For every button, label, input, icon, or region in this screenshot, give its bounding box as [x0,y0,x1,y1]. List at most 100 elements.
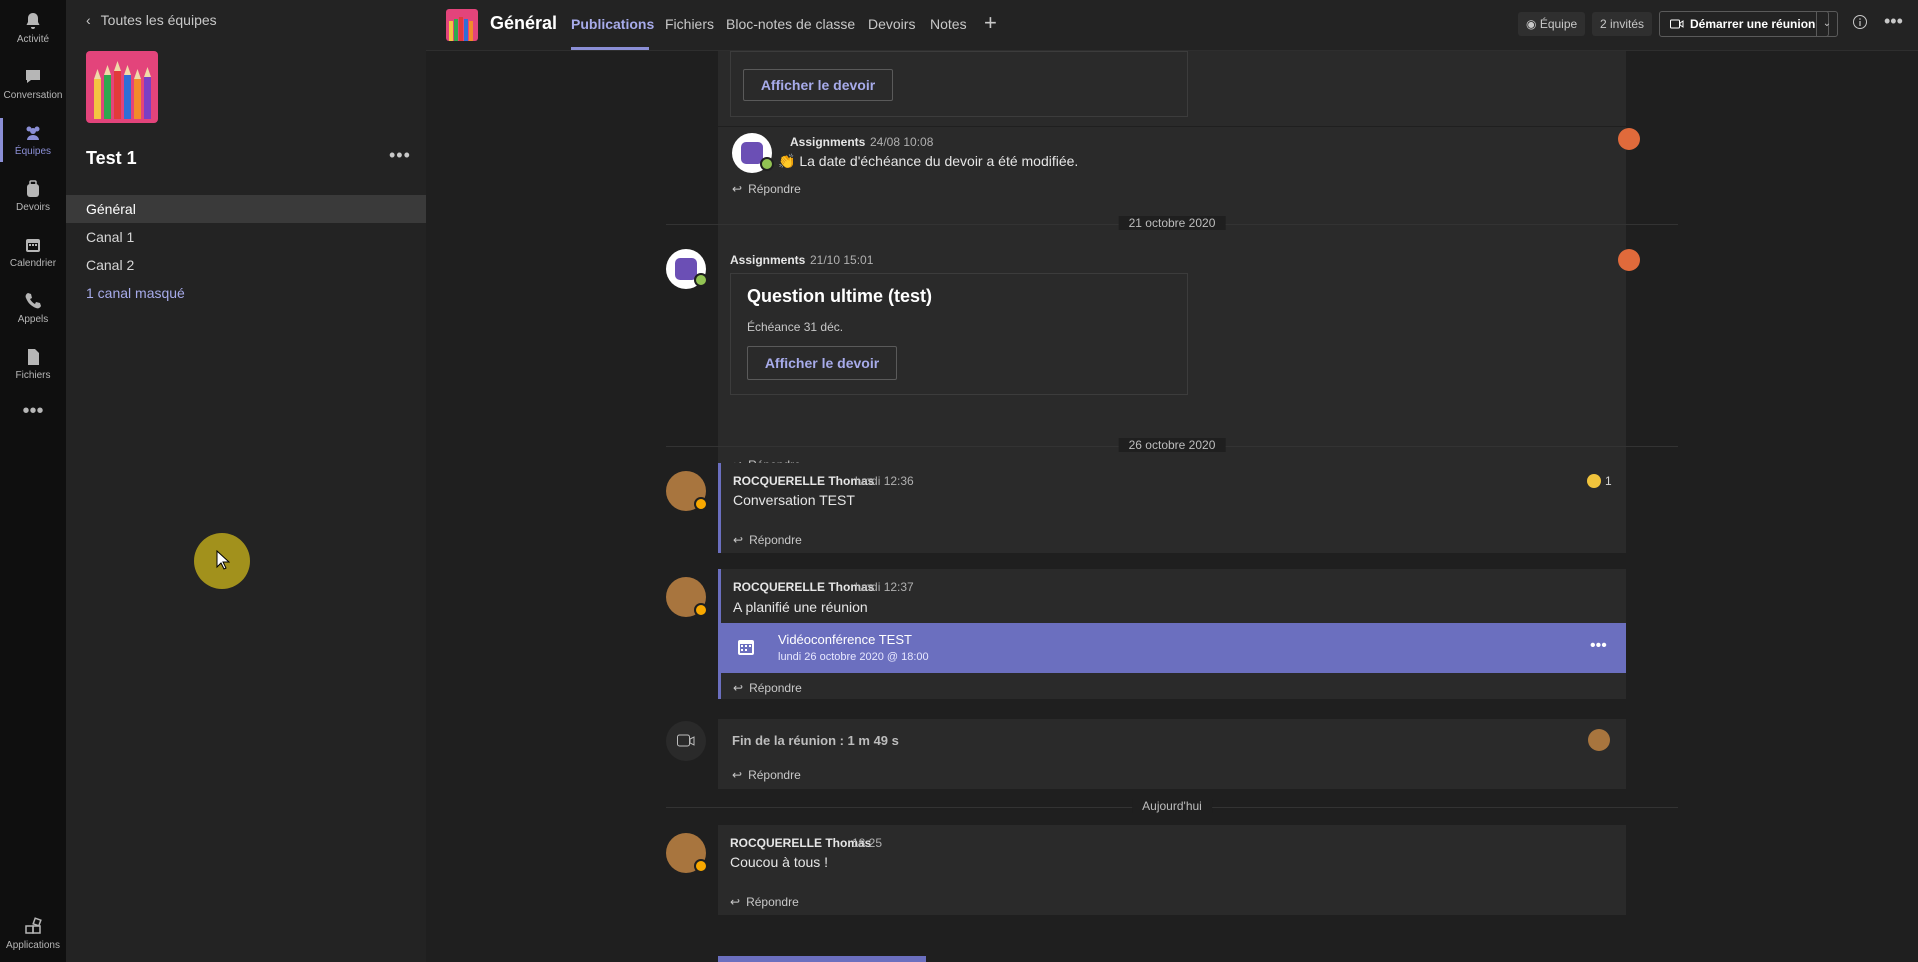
presence-available-icon [694,273,708,287]
rail-activity[interactable]: Activité [0,0,66,56]
channel-general[interactable]: Général [66,195,426,223]
reply-arrow-icon: ↩ [730,895,741,909]
chevron-left-icon: ‹ [86,12,91,28]
presence-available-icon [760,157,774,171]
tab-devoirs[interactable]: Devoirs [868,16,915,32]
rail-more-icon[interactable]: ••• [0,400,66,430]
team-alert-icon[interactable] [1618,128,1640,150]
post-message: Coucou à tous ! [730,854,829,870]
channel-canal-1[interactable]: Canal 1 [66,223,426,251]
post-card: Afficher le devoir [718,51,1626,126]
phone-icon [25,293,41,309]
post-message: Conversation TEST [733,492,855,508]
assignment-card: Question ultime (test) Échéance 31 déc. … [730,273,1188,395]
post-card: Assignments 24/08 10:08 👏 La date d'éché… [718,127,1626,253]
meeting-more-icon[interactable]: ••• [1590,637,1607,655]
post-message: 👏 La date d'échéance du devoir a été mod… [778,153,1079,169]
laughing-emoji-icon [1587,474,1601,488]
eye-icon: ◉ [1526,17,1540,31]
post-card: ROCQUERELLE Thomas 18:25 Coucou à tous !… [718,825,1626,915]
post-author[interactable]: ROCQUERELLE Thomas [733,580,874,594]
post-time: 18:25 [852,836,883,850]
file-icon [28,349,39,365]
assignment-title: Question ultime (test) [747,286,933,306]
calendar-icon [26,239,40,252]
pencils-icon [94,61,151,119]
reply-link[interactable]: ↩Répondre [732,182,801,196]
clapping-emoji: 👏 [778,153,796,169]
participant-avatar[interactable] [1588,729,1610,751]
reply-link[interactable]: ↩Répondre [733,681,802,695]
date-divider-label: 21 octobre 2020 [1118,216,1226,230]
active-tab-indicator [571,47,649,50]
rail-calendar[interactable]: Calendrier [0,224,66,280]
video-camera-icon [677,734,695,747]
channel-title: Général [490,13,558,33]
team-name: Test 1 [86,148,137,168]
meeting-banner[interactable]: Vidéoconférence TEST lundi 26 octobre 20… [718,623,1626,673]
rail-apps[interactable]: Applications [0,906,66,962]
chevron-down-icon: ⌄ [1822,18,1832,29]
date-divider-label: Aujourd'hui [1132,799,1212,813]
pencils-icon [449,17,473,41]
reaction-laugh[interactable]: 1 [1587,474,1612,488]
post-time: lundi 12:36 [855,474,914,488]
rail-conversation[interactable]: Conversation [0,56,66,112]
start-meeting-dropdown[interactable]: ⌄ [1816,11,1838,37]
back-to-teams-link[interactable]: ‹ Toutes les équipes [86,12,217,28]
mouse-cursor-icon [216,550,230,570]
reply-link[interactable]: ↩Répondre [732,768,801,782]
rail-files[interactable]: Fichiers [0,336,66,392]
reply-arrow-icon: ↩ [733,681,744,695]
tab-bloc-notes[interactable]: Bloc-notes de classe [726,16,855,32]
channel-header: Général Publications Fichiers Bloc-notes… [426,0,1918,51]
add-tab-button[interactable]: + [984,10,997,36]
reply-arrow-icon: ↩ [732,768,743,782]
post-card: Fin de la réunion : 1 m 49 s ↩ Répondre [718,719,1626,789]
start-meeting-button[interactable]: Démarrer une réunion [1659,11,1829,37]
post-message: A planifié une réunion [733,599,868,615]
guests-pill[interactable]: 2 invités [1592,12,1653,36]
new-conversation-button[interactable] [718,956,926,962]
meeting-title: Vidéoconférence TEST [778,632,912,647]
post-author[interactable]: ROCQUERELLE Thomas [733,474,874,488]
assignment-due: Échéance 31 déc. [747,320,844,334]
tab-publications[interactable]: Publications [571,16,654,32]
date-divider-label: 26 octobre 2020 [1118,438,1226,452]
app-rail: Activité Conversation Équipes Devoirs Ca… [0,0,66,962]
team-avatar [86,51,158,123]
rail-assignments[interactable]: Devoirs [0,168,66,224]
post-time: 24/08 10:08 [870,135,934,149]
info-icon[interactable] [1852,14,1868,30]
view-assignment-button[interactable]: Afficher le devoir [743,69,893,101]
team-alert-icon[interactable] [1618,249,1640,271]
channel-team-avatar [446,9,478,41]
bell-icon [26,13,40,29]
post-time: lundi 12:37 [855,580,914,594]
post-author[interactable]: ROCQUERELLE Thomas [730,836,871,850]
tab-notes[interactable]: Notes [930,16,967,32]
presence-away-icon [694,859,708,873]
reply-link[interactable]: ↩Répondre [733,533,802,547]
post-card: ROCQUERELLE Thomas lundi 12:36 Conversat… [718,463,1626,553]
rail-teams[interactable]: Équipes [0,112,66,168]
meeting-date: lundi 26 octobre 2020 @ 18:00 [778,651,929,663]
view-assignment-button[interactable]: Afficher le devoir [747,346,897,380]
channel-canal-2[interactable]: Canal 2 [66,251,426,279]
meeting-ended-message: Fin de la réunion : 1 m 49 s [732,733,899,748]
calendar-icon [738,640,754,655]
team-pill[interactable]: ◉ Équipe [1518,12,1586,36]
conversation-feed: Afficher le devoir Assignments 24/08 10:… [426,51,1918,962]
rail-calls[interactable]: Appels [0,280,66,336]
post-author[interactable]: Assignments [790,135,865,149]
header-more-icon[interactable]: ••• [1884,11,1903,32]
post-author[interactable]: Assignments [730,253,805,267]
hidden-channels-link[interactable]: 1 canal masqué [66,279,426,307]
presence-away-icon [694,497,708,511]
team-more-icon[interactable]: ••• [389,145,411,166]
presence-away-icon [694,603,708,617]
chat-icon [26,70,40,83]
tab-fichiers[interactable]: Fichiers [665,16,714,32]
reply-link[interactable]: ↩Répondre [730,895,799,909]
teams-sidebar: ‹ Toutes les équipes Test 1 ••• Général … [66,0,426,962]
